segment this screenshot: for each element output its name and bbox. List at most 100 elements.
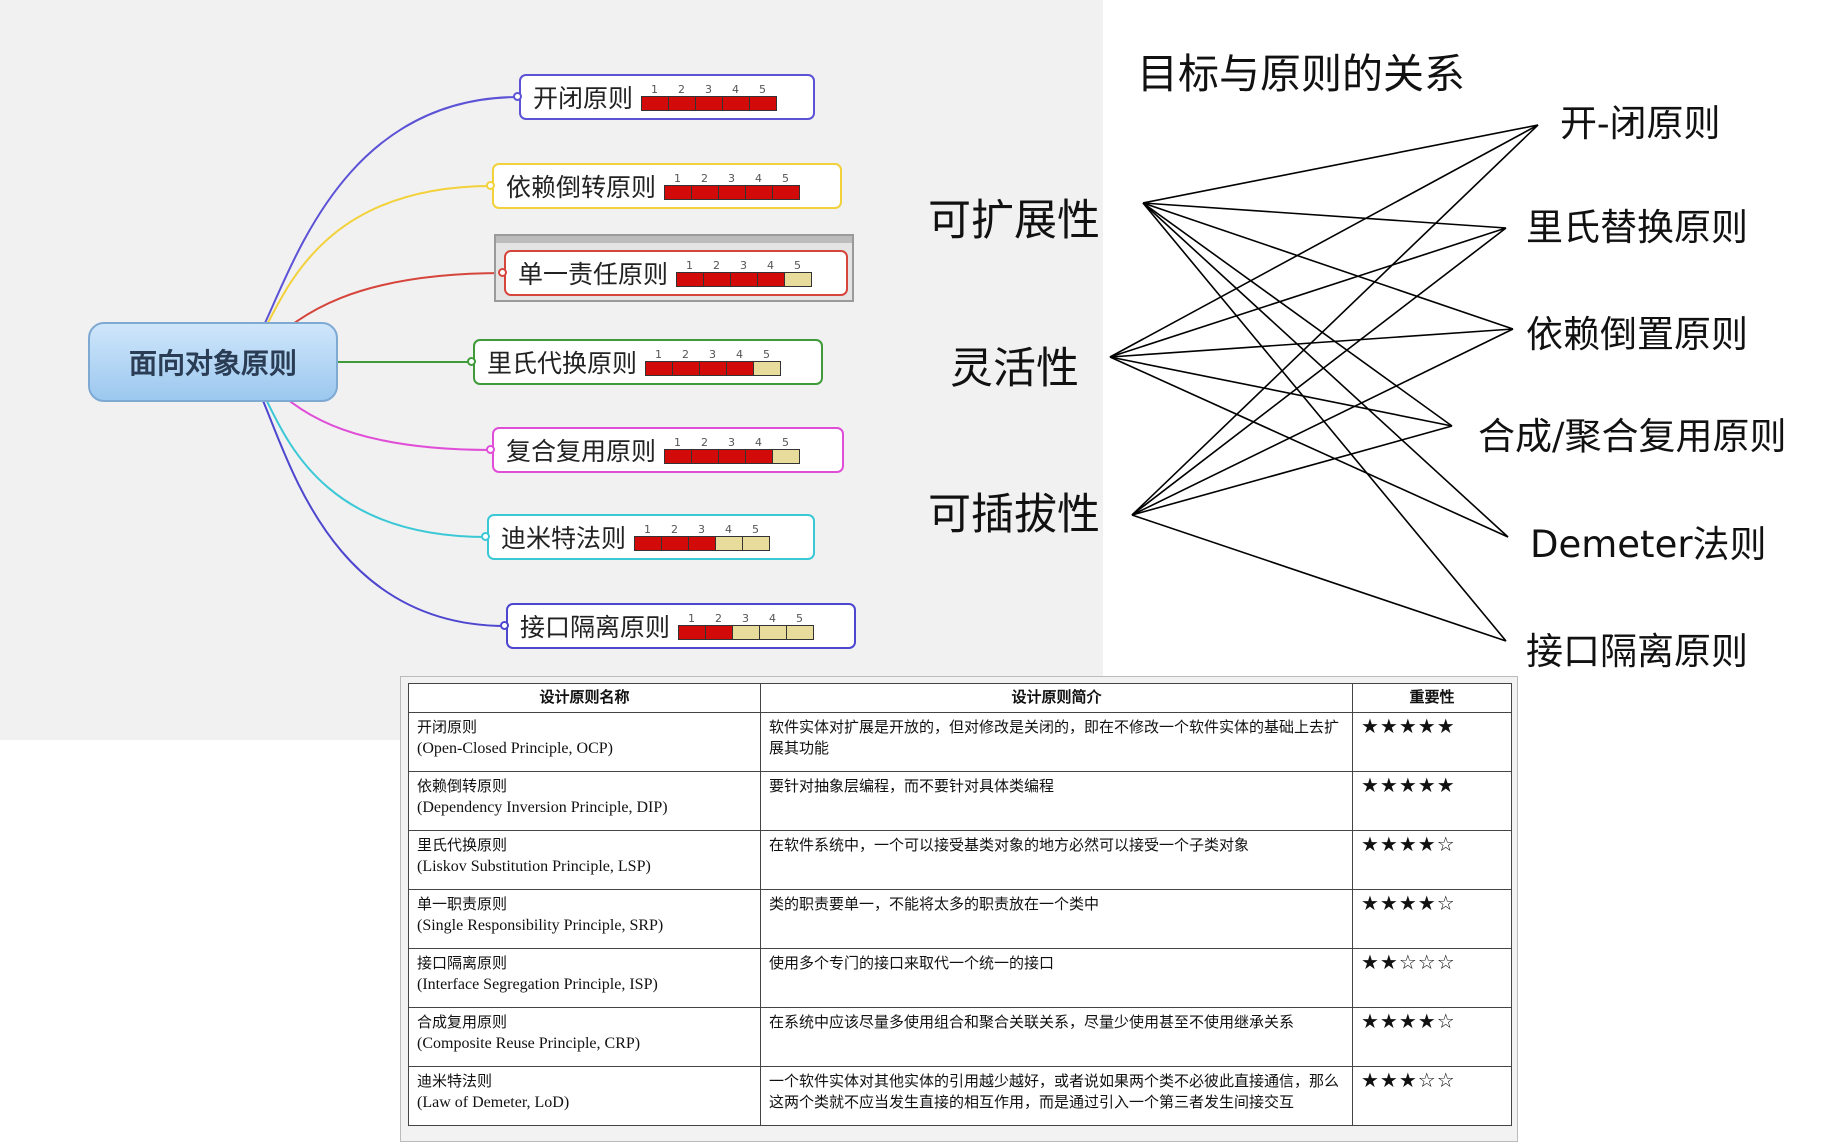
rating-scale-label: 4 [736,347,744,361]
principle-label: 里氏替换原则 [1526,206,1748,249]
mindmap-node[interactable]: 单一责任原则 1 2 3 4 5 [504,250,848,296]
relation-link [1131,425,1453,516]
principle-description: 软件实体对扩展是开放的，但对修改是关闭的，即在不修改一个软件实体的基础上去扩展其… [760,712,1353,772]
principle-description: 一个软件实体对其他实体的引用越少越好，或者说如果两个类不必彼此直接通信，那么这两… [760,1066,1353,1126]
rating-scale-label: 2 [671,522,679,536]
rating-scale-label: 3 [728,435,736,449]
rating-cell-filled [758,272,786,286]
branch-handle-icon[interactable] [513,92,522,101]
rating-scale-label: 5 [794,258,802,272]
rating-scale-label: 2 [682,347,690,361]
rating-cell-empty [716,536,744,550]
rating-cell-filled [679,625,707,639]
principle-description: 在系统中应该尽量多使用组合和聚合关联关系，尽量少使用甚至不使用继承关系 [760,1007,1353,1067]
branch-handle-icon[interactable] [481,532,490,541]
rating-cell-empty [733,625,761,639]
mindmap-panel: 面向对象原则 开闭原则 1 2 3 4 5 依赖倒转原则 1 2 3 4 5 单一责任原则 1 2 3 4 5 里氏… [0,0,1103,740]
rating-cell-filled [723,96,751,110]
principle-english-name: (Liskov Substitution Principle, LSP) [417,858,651,875]
rating-scale-label: 5 [759,82,767,96]
table-row: 合成复用原则 (Composite Reuse Principle, CRP) 在系… [408,1007,1512,1067]
relation-link [1131,227,1507,516]
relation-link [1109,227,1507,358]
mindmap-node-label: 里氏代换原则 [487,349,638,378]
mindmap-node[interactable]: 复合复用原则 1 2 3 4 5 [492,427,844,473]
mindmap-node[interactable]: 里氏代换原则 1 2 3 4 5 [473,339,823,385]
rating-cell-filled [727,361,755,375]
rating-scale-label: 4 [732,82,740,96]
rating-cell-filled [669,96,697,110]
rating-scale-label: 4 [755,171,763,185]
principle-english-name: (Single Responsibility Principle, SRP) [417,917,664,934]
rating-cell-filled [646,361,674,375]
principle-label: 依赖倒置原则 [1526,313,1748,356]
relation-link [1142,202,1507,229]
rating-cell-empty [743,536,770,550]
branch-handle-icon[interactable] [486,445,495,454]
mindmap-node[interactable]: 开闭原则 1 2 3 4 5 [519,74,815,120]
mindmap-node[interactable]: 迪米特法则 1 2 3 4 5 [487,514,815,560]
branch-handle-icon[interactable] [498,268,507,277]
relation-link [1142,124,1539,204]
goal-label: 灵活性 [950,344,1079,394]
rating-scale-label: 5 [782,171,790,185]
rating-scale-label: 1 [655,347,663,361]
mindmap-node[interactable]: 依赖倒转原则 1 2 3 4 5 [492,163,842,209]
branch-handle-icon[interactable] [467,357,476,366]
header-desc: 设计原则简介 [760,683,1353,713]
rating-scale-label: 1 [651,82,659,96]
importance-stars: ★★★★☆ [1352,830,1512,890]
table-row: 里氏代换原则 (Liskov Substitution Principle, LS… [408,830,1512,890]
rating-cell-empty [785,272,812,286]
header-name: 设计原则名称 [408,683,761,713]
rating-scale-label: 4 [725,522,733,536]
principle-label: Demeter法则 [1530,523,1767,566]
mindmap-node[interactable]: 接口隔离原则 1 2 3 4 5 [506,603,856,649]
rating-scale-label: 3 [742,611,750,625]
header-importance: 重要性 [1352,683,1512,713]
rating-cell-filled [692,185,720,199]
rating-scale-label: 4 [767,258,775,272]
rating-cell-filled [719,185,747,199]
mindmap-node-label: 依赖倒转原则 [506,173,657,202]
branch-handle-icon[interactable] [486,181,495,190]
rating-cell-filled [673,361,701,375]
principle-label: 开-闭原则 [1560,102,1721,145]
principle-description: 使用多个专门的接口来取代一个统一的接口 [760,948,1353,1008]
rating-bar: 1 2 3 4 5 [678,611,815,640]
importance-stars: ★★★★★ [1352,712,1512,772]
relation-link [1142,202,1514,330]
branch-handle-icon[interactable] [500,621,509,630]
principle-name-cell: 开闭原则 (Open-Closed Principle, OCP) [408,712,761,772]
principle-name-cell: 合成复用原则 (Composite Reuse Principle, CRP) [408,1007,761,1067]
principle-english-name: (Composite Reuse Principle, CRP) [417,1035,641,1052]
relation-link [1109,356,1453,427]
importance-stars: ★★★★★ [1352,771,1512,831]
goal-label: 可扩展性 [928,196,1100,246]
rating-scale-label: 2 [678,82,686,96]
principle-name: 合成复用原则 [417,1013,508,1031]
relation-link [1142,202,1507,642]
relation-link [1109,356,1509,538]
rating-cell-filled [642,96,670,110]
rating-bar: 1 2 3 4 5 [641,82,778,111]
central-topic[interactable]: 面向对象原则 [88,322,338,402]
table-header-row: 设计原则名称 设计原则简介 重要性 [408,683,1512,713]
rating-scale-label: 4 [755,435,763,449]
rating-bar: 1 2 3 4 5 [645,347,782,376]
mindmap-node-label: 开闭原则 [533,84,634,113]
principle-name: 依赖倒转原则 [417,777,508,795]
principle-english-name: (Dependency Inversion Principle, DIP) [417,799,668,816]
principles-table-panel: 设计原则名称 设计原则简介 重要性 开闭原则 (Open-Closed Princ… [400,676,1518,1142]
principle-description: 类的职责要单一，不能将太多的职责放在一个类中 [760,889,1353,949]
rating-scale-label: 1 [686,258,694,272]
rating-cell-filled [689,536,717,550]
rating-cell-filled [746,449,774,463]
rating-cell-filled [719,449,747,463]
rating-cell-filled [696,96,724,110]
rating-bar: 1 2 3 4 5 [634,522,771,551]
rating-scale-label: 3 [740,258,748,272]
rating-scale-label: 2 [701,171,709,185]
principle-name: 单一职责原则 [417,895,508,913]
principle-name-cell: 依赖倒转原则 (Dependency Inversion Principle, D… [408,771,761,831]
